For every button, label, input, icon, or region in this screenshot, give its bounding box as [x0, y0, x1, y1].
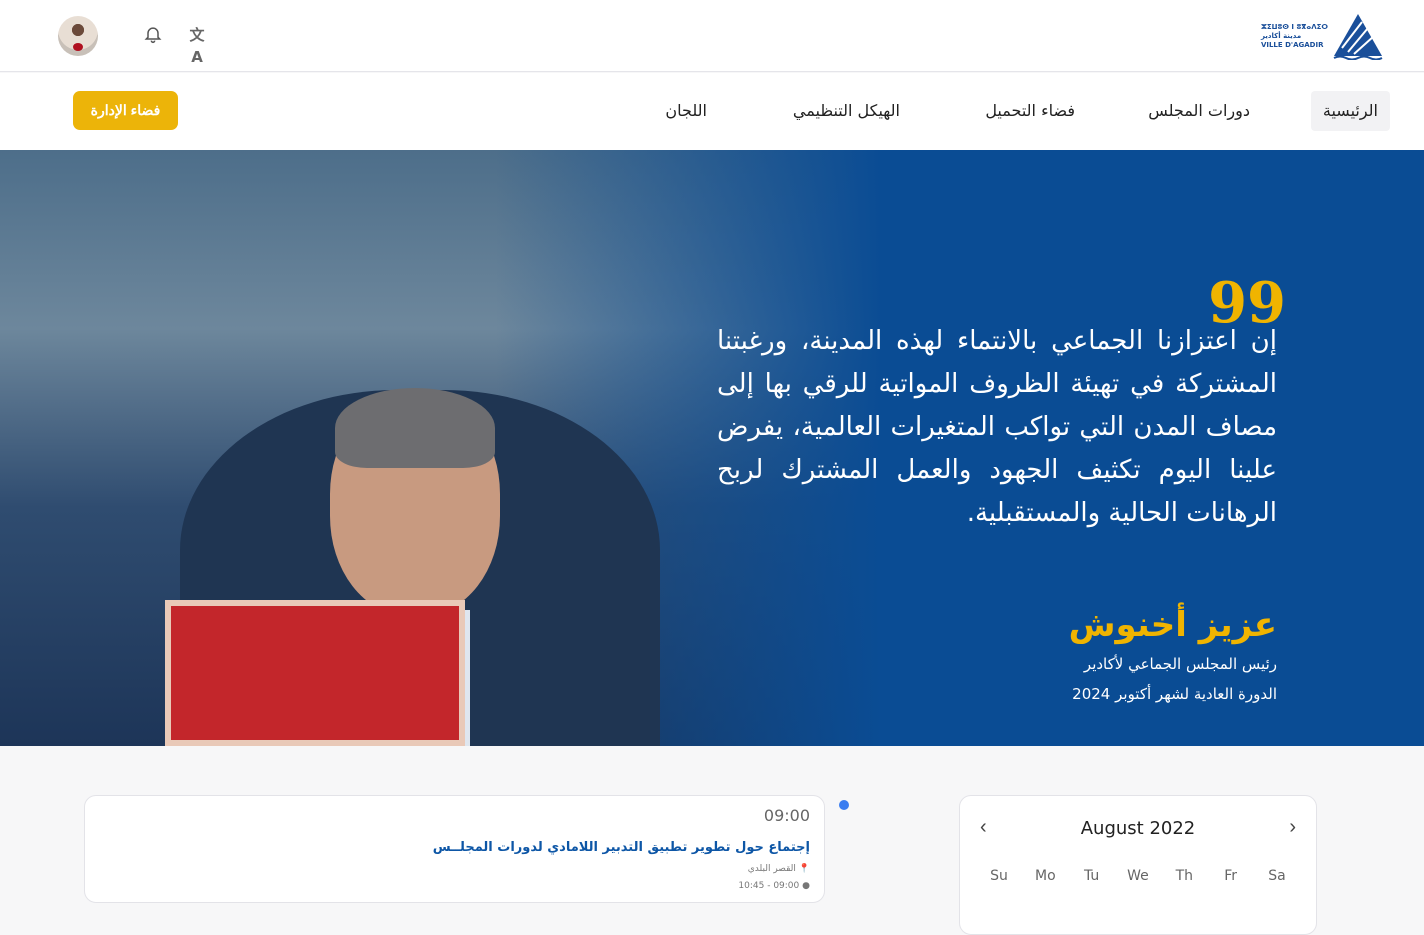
session-label: الدورة العادية لشهر أكتوبر 2024: [1072, 685, 1277, 703]
quote-author: عزيز أخنوش: [1068, 605, 1277, 645]
main-nav: الرئيسية دورات المجلس فضاء التحميل الهيك…: [0, 73, 1424, 150]
weekday: Fr: [1224, 868, 1238, 884]
next-month-button[interactable]: ›: [1289, 816, 1296, 839]
weekday: Su: [990, 868, 1008, 884]
event-range: 10:45 - 09:00 ●: [738, 881, 810, 891]
admin-space-button[interactable]: فضاء الإدارة: [73, 91, 178, 130]
bell-icon[interactable]: [142, 24, 164, 46]
event-location-text: القصر البلدي: [747, 864, 796, 874]
event-range-text: 10:45 - 09:00: [738, 881, 800, 891]
nav-council-sessions[interactable]: دورات المجلس: [1136, 91, 1262, 131]
nav-committees[interactable]: اللجان: [653, 91, 719, 131]
weekday: Sa: [1268, 868, 1286, 884]
logo-arabic: مدينة أكادير: [1260, 31, 1302, 40]
location-pin-icon: 📍: [798, 864, 810, 874]
weekday: Th: [1175, 868, 1194, 884]
nav-home[interactable]: الرئيسية: [1310, 91, 1390, 131]
hero-banner: 99 إن اعتزازنا الجماعي بالانتماء لهذه ال…: [0, 150, 1424, 746]
timeline-dot: [839, 800, 849, 810]
logo[interactable]: ⵣⵉⵡⵓⵙ ⵏ ⵓⴳⴰⴷⵉⵔ مدينة أكادير VILLE D'AGAD…: [1261, 12, 1384, 60]
event-time: 09:00: [763, 806, 810, 825]
clock-icon: ●: [802, 881, 810, 891]
calendar-title: August 2022: [1080, 818, 1196, 839]
nav-downloads[interactable]: فضاء التحميل: [973, 91, 1087, 131]
event-location: 📍 القصر البلدي: [748, 864, 810, 874]
avatar[interactable]: [58, 16, 98, 56]
weekday: Tu: [1084, 868, 1100, 884]
calendar: ‹ August 2022 › Su Mo Tu We Th Fr Sa: [959, 795, 1317, 935]
weekday: Mo: [1035, 868, 1056, 884]
weekday-header: Su Mo Tu We Th Fr Sa: [976, 868, 1300, 884]
logo-french: VILLE D'AGADIR: [1260, 40, 1324, 49]
translate-icon[interactable]: 文A: [186, 24, 208, 66]
event-card[interactable]: 09:00 إجتماع حول تطوير تطبيق التدبير الل…: [84, 795, 825, 903]
author-role: رئيس المجلس الجماعي لأكادير: [1083, 655, 1277, 673]
nav-org-structure[interactable]: الهيكل التنظيمي: [781, 91, 912, 131]
top-bar: 文A ⵣⵉⵡⵓⵙ ⵏ ⵓⴳⴰⴷⵉⵔ مدينة أكادير VILLE D'A…: [0, 0, 1424, 72]
hero-quote: إن اعتزازنا الجماعي بالانتماء لهذه المدي…: [717, 326, 1277, 528]
event-title[interactable]: إجتماع حول تطوير تطبيق التدبير اللامادي …: [433, 840, 810, 855]
weekday: We: [1127, 868, 1149, 884]
logo-tifinagh: ⵣⵉⵡⵓⵙ ⵏ ⵓⴳⴰⴷⵉⵔ: [1260, 22, 1328, 31]
logo-emblem-icon: [1333, 14, 1383, 60]
